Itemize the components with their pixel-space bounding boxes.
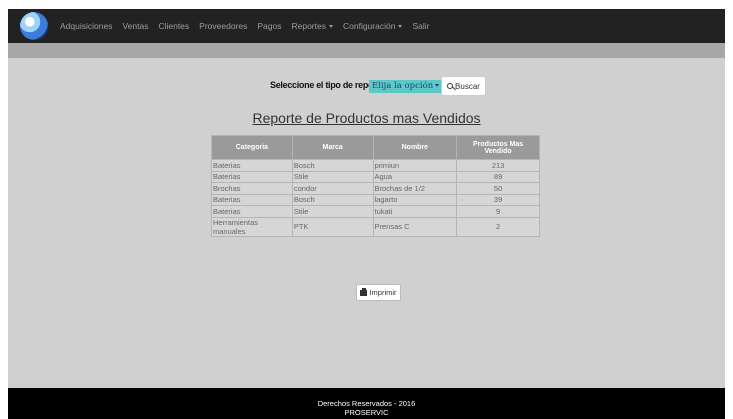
table-row: Brochas condor Brochas de 1/2 50 bbox=[211, 182, 540, 195]
search-icon bbox=[447, 83, 454, 89]
nav-item-clientes[interactable]: Clientes bbox=[158, 21, 189, 31]
search-button-label: Buscar bbox=[455, 81, 480, 91]
column-header-productos-mas-vendido: Productos Mas Vendido bbox=[456, 135, 540, 160]
column-header-marca: Marca bbox=[291, 135, 374, 160]
table-row: Baterias Bosch primiun 213 bbox=[211, 159, 540, 172]
cell-categoria: Brochas bbox=[211, 182, 293, 195]
nav-item-reportes[interactable]: Reportes bbox=[291, 21, 333, 31]
cell-categoria: Baterias bbox=[211, 193, 293, 206]
cell-nombre: tukati bbox=[372, 205, 458, 218]
search-button[interactable]: Buscar bbox=[441, 76, 486, 96]
nav-item-proveedores[interactable]: Proveedores bbox=[199, 21, 247, 31]
cell-categoria: Herramientas manuales bbox=[211, 216, 293, 237]
cell-marca: Bosch bbox=[291, 159, 374, 172]
cell-nombre: Prensas C bbox=[372, 216, 458, 237]
cell-marca: Stile bbox=[291, 170, 374, 183]
nav-item-adquisiciones[interactable]: Adquisiciones bbox=[60, 21, 112, 31]
cell-nombre: primiun bbox=[372, 159, 458, 172]
report-type-select[interactable]: Elija la opción bbox=[369, 80, 444, 93]
caret-down-icon bbox=[398, 25, 403, 29]
nav-menu: Adquisiciones Ventas Clientes Proveedore… bbox=[60, 9, 439, 43]
header-stripe bbox=[8, 43, 725, 58]
globe-logo-icon[interactable] bbox=[20, 12, 48, 40]
report-title: Reporte de Productos mas Vendidos bbox=[252, 110, 481, 126]
printer-icon bbox=[360, 287, 368, 296]
nav-item-reportes-label: Reportes bbox=[291, 21, 326, 31]
cell-nombre: Agua bbox=[372, 170, 458, 183]
nav-item-pagos[interactable]: Pagos bbox=[257, 21, 281, 31]
footer: Derechos Reservados - 2016 PROSERVIC bbox=[8, 388, 725, 419]
cell-marca: Stile bbox=[291, 205, 374, 218]
nav-item-salir[interactable]: Salir bbox=[412, 21, 429, 31]
report-filter: Seleccione el tipo de reporte Elija la o… bbox=[8, 76, 725, 98]
cell-marca: condor bbox=[291, 182, 374, 195]
print-button[interactable]: Imprimir bbox=[356, 284, 401, 301]
nav-item-ventas[interactable]: Ventas bbox=[122, 21, 148, 31]
report-type-select-value: Elija la opción bbox=[372, 81, 434, 91]
table-header-row: Categoria Marca Nombre Productos Mas Ven… bbox=[211, 135, 540, 160]
cell-cantidad: 2 bbox=[456, 216, 540, 237]
report-type-label: Seleccione el tipo de reporte bbox=[270, 80, 384, 90]
cell-cantidad: 89 bbox=[456, 170, 540, 183]
table-row: Baterias Stile tukati 9 bbox=[211, 205, 540, 218]
print-button-label: Imprimir bbox=[369, 288, 397, 297]
nav-item-configuracion[interactable]: Configuración bbox=[342, 21, 403, 31]
cell-cantidad: 9 bbox=[456, 205, 540, 218]
cell-nombre: Brochas de 1/2 bbox=[372, 182, 458, 195]
cell-categoria: Baterias bbox=[211, 205, 293, 218]
nav-item-configuracion-label: Configuración bbox=[342, 21, 396, 31]
cell-cantidad: 213 bbox=[456, 159, 540, 172]
cell-cantidad: 39 bbox=[456, 193, 540, 206]
cell-categoria: Baterias bbox=[211, 159, 293, 172]
cell-cantidad: 50 bbox=[456, 182, 540, 195]
caret-down-icon bbox=[328, 25, 333, 29]
footer-company: PROSERVIC bbox=[344, 408, 389, 417]
column-header-nombre: Nombre bbox=[372, 135, 458, 160]
cell-marca: PTK bbox=[291, 216, 374, 237]
top-navbar: Adquisiciones Ventas Clientes Proveedore… bbox=[8, 9, 725, 43]
report-table: Categoria Marca Nombre Productos Mas Ven… bbox=[211, 135, 540, 237]
footer-copyright: Derechos Reservados - 2016 bbox=[317, 399, 416, 408]
cell-marca: Bosch bbox=[291, 193, 374, 206]
column-header-categoria: Categoria bbox=[211, 135, 293, 160]
main-content: Seleccione el tipo de reporte Elija la o… bbox=[8, 58, 725, 388]
cell-categoria: Baterias bbox=[211, 170, 293, 183]
table-row: Baterias Bosch lagarto 39 bbox=[211, 193, 540, 206]
table-row: Baterias Stile Agua 89 bbox=[211, 170, 540, 183]
caret-down-icon bbox=[435, 84, 440, 87]
table-row: Herramientas manuales PTK Prensas C 2 bbox=[211, 216, 540, 237]
cell-nombre: lagarto bbox=[372, 193, 458, 206]
